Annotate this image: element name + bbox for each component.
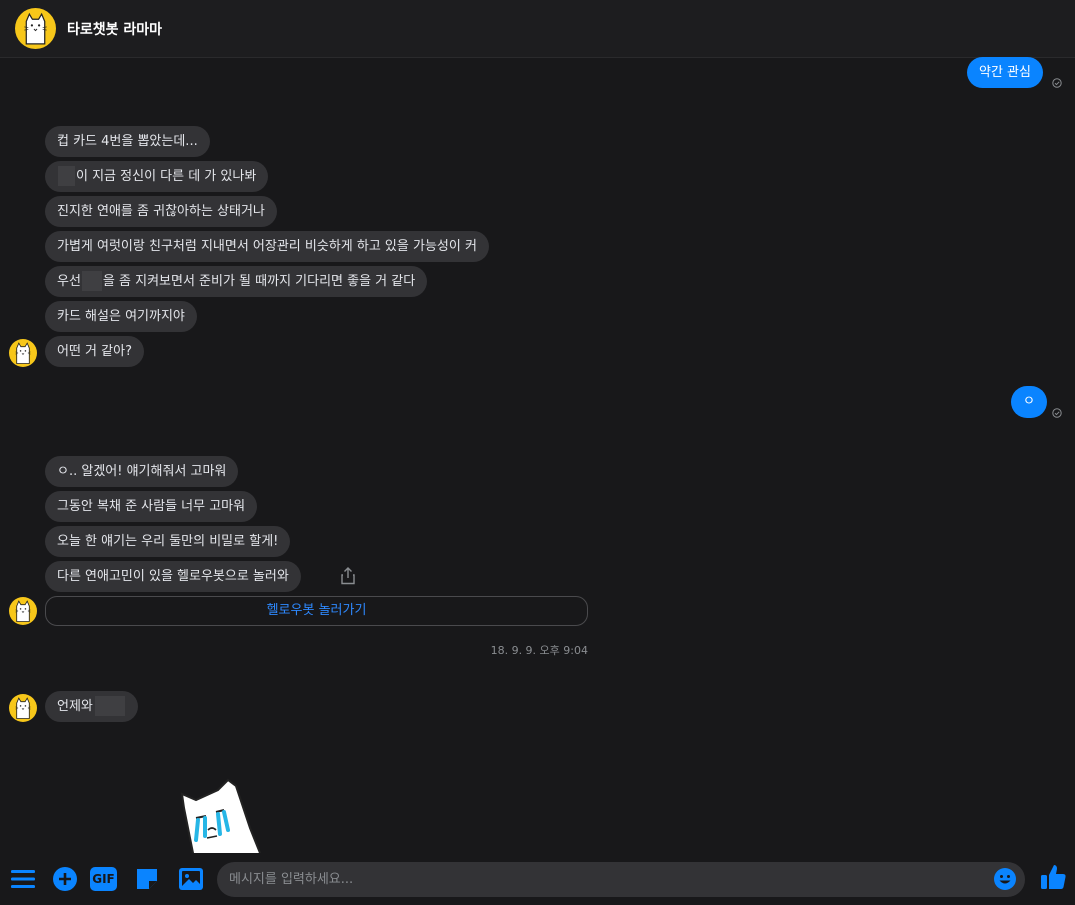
incoming-message[interactable]: 우선 을 좀 지켜보면서 준비가 될 때까지 기다리면 좋을 거 같다 xyxy=(45,266,428,297)
incoming-message[interactable]: 카드 해설은 여기까지야 xyxy=(45,301,197,332)
crying-cat-sticker[interactable] xyxy=(178,778,268,854)
chatbot-avatar-icon[interactable] xyxy=(15,8,56,49)
incoming-message[interactable]: ㅇ.. 알겠어! 얘기해줘서 고마워 xyxy=(45,456,239,487)
emoji-icon[interactable] xyxy=(993,867,1017,891)
incoming-message[interactable]: 오늘 한 얘기는 우리 둘만의 비밀로 할게! xyxy=(45,526,291,557)
photo-icon[interactable] xyxy=(178,866,204,892)
chatbot-avatar-icon xyxy=(9,694,37,722)
add-icon[interactable] xyxy=(52,866,78,892)
message-text: 을 좀 지켜보면서 준비가 될 때까지 기다리면 좋을 거 같다 xyxy=(102,274,416,289)
outgoing-message[interactable]: 약간 관심 xyxy=(967,57,1043,88)
seen-check-icon xyxy=(1052,78,1062,88)
hellobot-link-button[interactable]: 헬로우봇 놀러가기 xyxy=(45,596,588,626)
incoming-message[interactable]: 다른 연애고민이 있을 헬로우봇으로 놀러와 xyxy=(45,561,301,592)
incoming-message[interactable]: 진지한 연애를 좀 귀찮아하는 상태거나 xyxy=(45,196,277,227)
message-text: 우선 xyxy=(57,274,81,289)
seen-check-icon xyxy=(1052,408,1062,418)
gif-icon[interactable]: GIF xyxy=(90,867,117,891)
message-input[interactable] xyxy=(229,862,989,897)
incoming-message[interactable]: 언제와 xyxy=(45,691,138,722)
message-input-container[interactable] xyxy=(217,862,1025,897)
incoming-message[interactable]: 어떤 거 같아? xyxy=(45,336,144,367)
message-text: 이 지금 정신이 다른 데 가 있나봐 xyxy=(76,169,257,184)
redacted-name xyxy=(58,165,75,186)
chatbot-avatar-icon xyxy=(9,339,37,367)
outgoing-message[interactable]: ㅇ xyxy=(1011,386,1047,418)
menu-icon[interactable] xyxy=(10,866,36,892)
incoming-message[interactable]: 가볍게 여럿이랑 친구처럼 지내면서 어장관리 비슷하게 하고 있을 가능성이 … xyxy=(45,231,489,262)
thumbs-up-icon[interactable] xyxy=(1039,863,1067,891)
redacted-name xyxy=(94,695,125,716)
share-icon[interactable] xyxy=(340,567,356,585)
message-text: 언제와 xyxy=(57,699,93,714)
chat-title: 타로챗봇 라마마 xyxy=(67,22,163,38)
chatbot-avatar-icon xyxy=(9,597,37,625)
incoming-message[interactable]: 그동안 복채 준 사람들 너무 고마워 xyxy=(45,491,258,522)
redacted-name xyxy=(81,270,102,291)
sticker-icon[interactable] xyxy=(134,866,160,892)
incoming-message[interactable]: 이 지금 정신이 다른 데 가 있나봐 xyxy=(45,161,269,192)
message-timestamp: 18. 9. 9. 오후 9:04 xyxy=(490,644,588,657)
incoming-message[interactable]: 컵 카드 4번을 뽑았는데... xyxy=(45,126,210,157)
chat-header: 타로챗봇 라마마 xyxy=(0,0,1075,58)
